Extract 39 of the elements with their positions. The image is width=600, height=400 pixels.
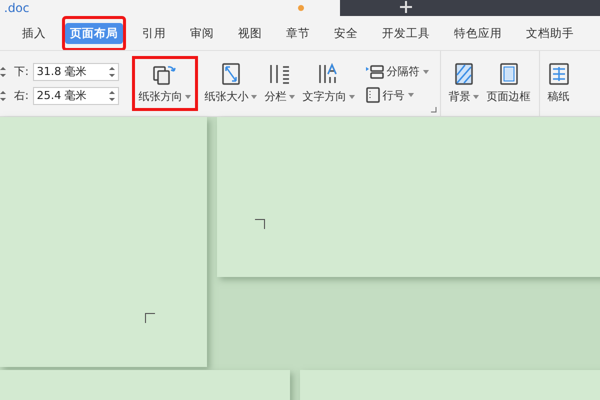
spinner-icon[interactable] bbox=[108, 64, 115, 78]
page-border-icon bbox=[500, 63, 518, 85]
spinner-icon[interactable] bbox=[0, 64, 6, 78]
menu-tab[interactable]: 安全 bbox=[326, 16, 366, 50]
ribbon-button[interactable]: 行号 bbox=[364, 86, 430, 104]
ribbon-button[interactable]: 页面边框 bbox=[482, 59, 535, 108]
menu-tab[interactable]: 文档助手 bbox=[518, 16, 582, 50]
document-tab[interactable]: .doc bbox=[0, 0, 340, 16]
dialog-launcher-icon[interactable] bbox=[430, 107, 437, 113]
margin-field[interactable]: 31.8 毫米 bbox=[32, 62, 119, 80]
add-tab-icon[interactable] bbox=[400, 1, 412, 13]
menu-tab[interactable]: 开发工具 bbox=[374, 16, 438, 50]
ribbon-button[interactable]: 背景 bbox=[444, 59, 483, 108]
line-number-icon bbox=[366, 87, 380, 103]
margin-label: 下: bbox=[14, 64, 29, 79]
menu-tab[interactable]: 引用 bbox=[134, 16, 174, 50]
spinner-icon[interactable] bbox=[108, 88, 115, 102]
ribbon-button[interactable]: 分隔符 bbox=[364, 63, 430, 80]
ribbon-button[interactable]: 纸张方向 bbox=[134, 59, 195, 108]
page-size-icon bbox=[222, 63, 240, 85]
menu-tab[interactable]: 特色应用 bbox=[446, 16, 510, 50]
background-icon bbox=[454, 63, 473, 85]
menu-tab[interactable]: 章节 bbox=[278, 16, 318, 50]
corner-mark-icon bbox=[145, 313, 155, 323]
margin-field[interactable]: 25.4 毫米 bbox=[32, 86, 119, 104]
menu-tab[interactable]: 审阅 bbox=[182, 16, 222, 50]
spinner-icon[interactable] bbox=[0, 88, 6, 102]
menu-tab[interactable]: 插入 bbox=[14, 16, 54, 50]
ribbon-button[interactable]: 稿纸 bbox=[544, 59, 574, 108]
grid-paper-icon bbox=[548, 63, 569, 85]
margin-label: 右: bbox=[14, 88, 29, 103]
break-icon bbox=[366, 64, 384, 78]
corner-mark-icon bbox=[255, 219, 265, 229]
ribbon-button[interactable]: 分栏 bbox=[260, 59, 299, 108]
ribbon-button[interactable]: 纸张大小 bbox=[200, 59, 261, 108]
page-rotate-icon bbox=[152, 63, 177, 85]
columns-icon bbox=[268, 63, 291, 85]
ribbon-button[interactable]: 文字方向 bbox=[298, 59, 359, 108]
menu-tab[interactable]: 视图 bbox=[230, 16, 270, 50]
